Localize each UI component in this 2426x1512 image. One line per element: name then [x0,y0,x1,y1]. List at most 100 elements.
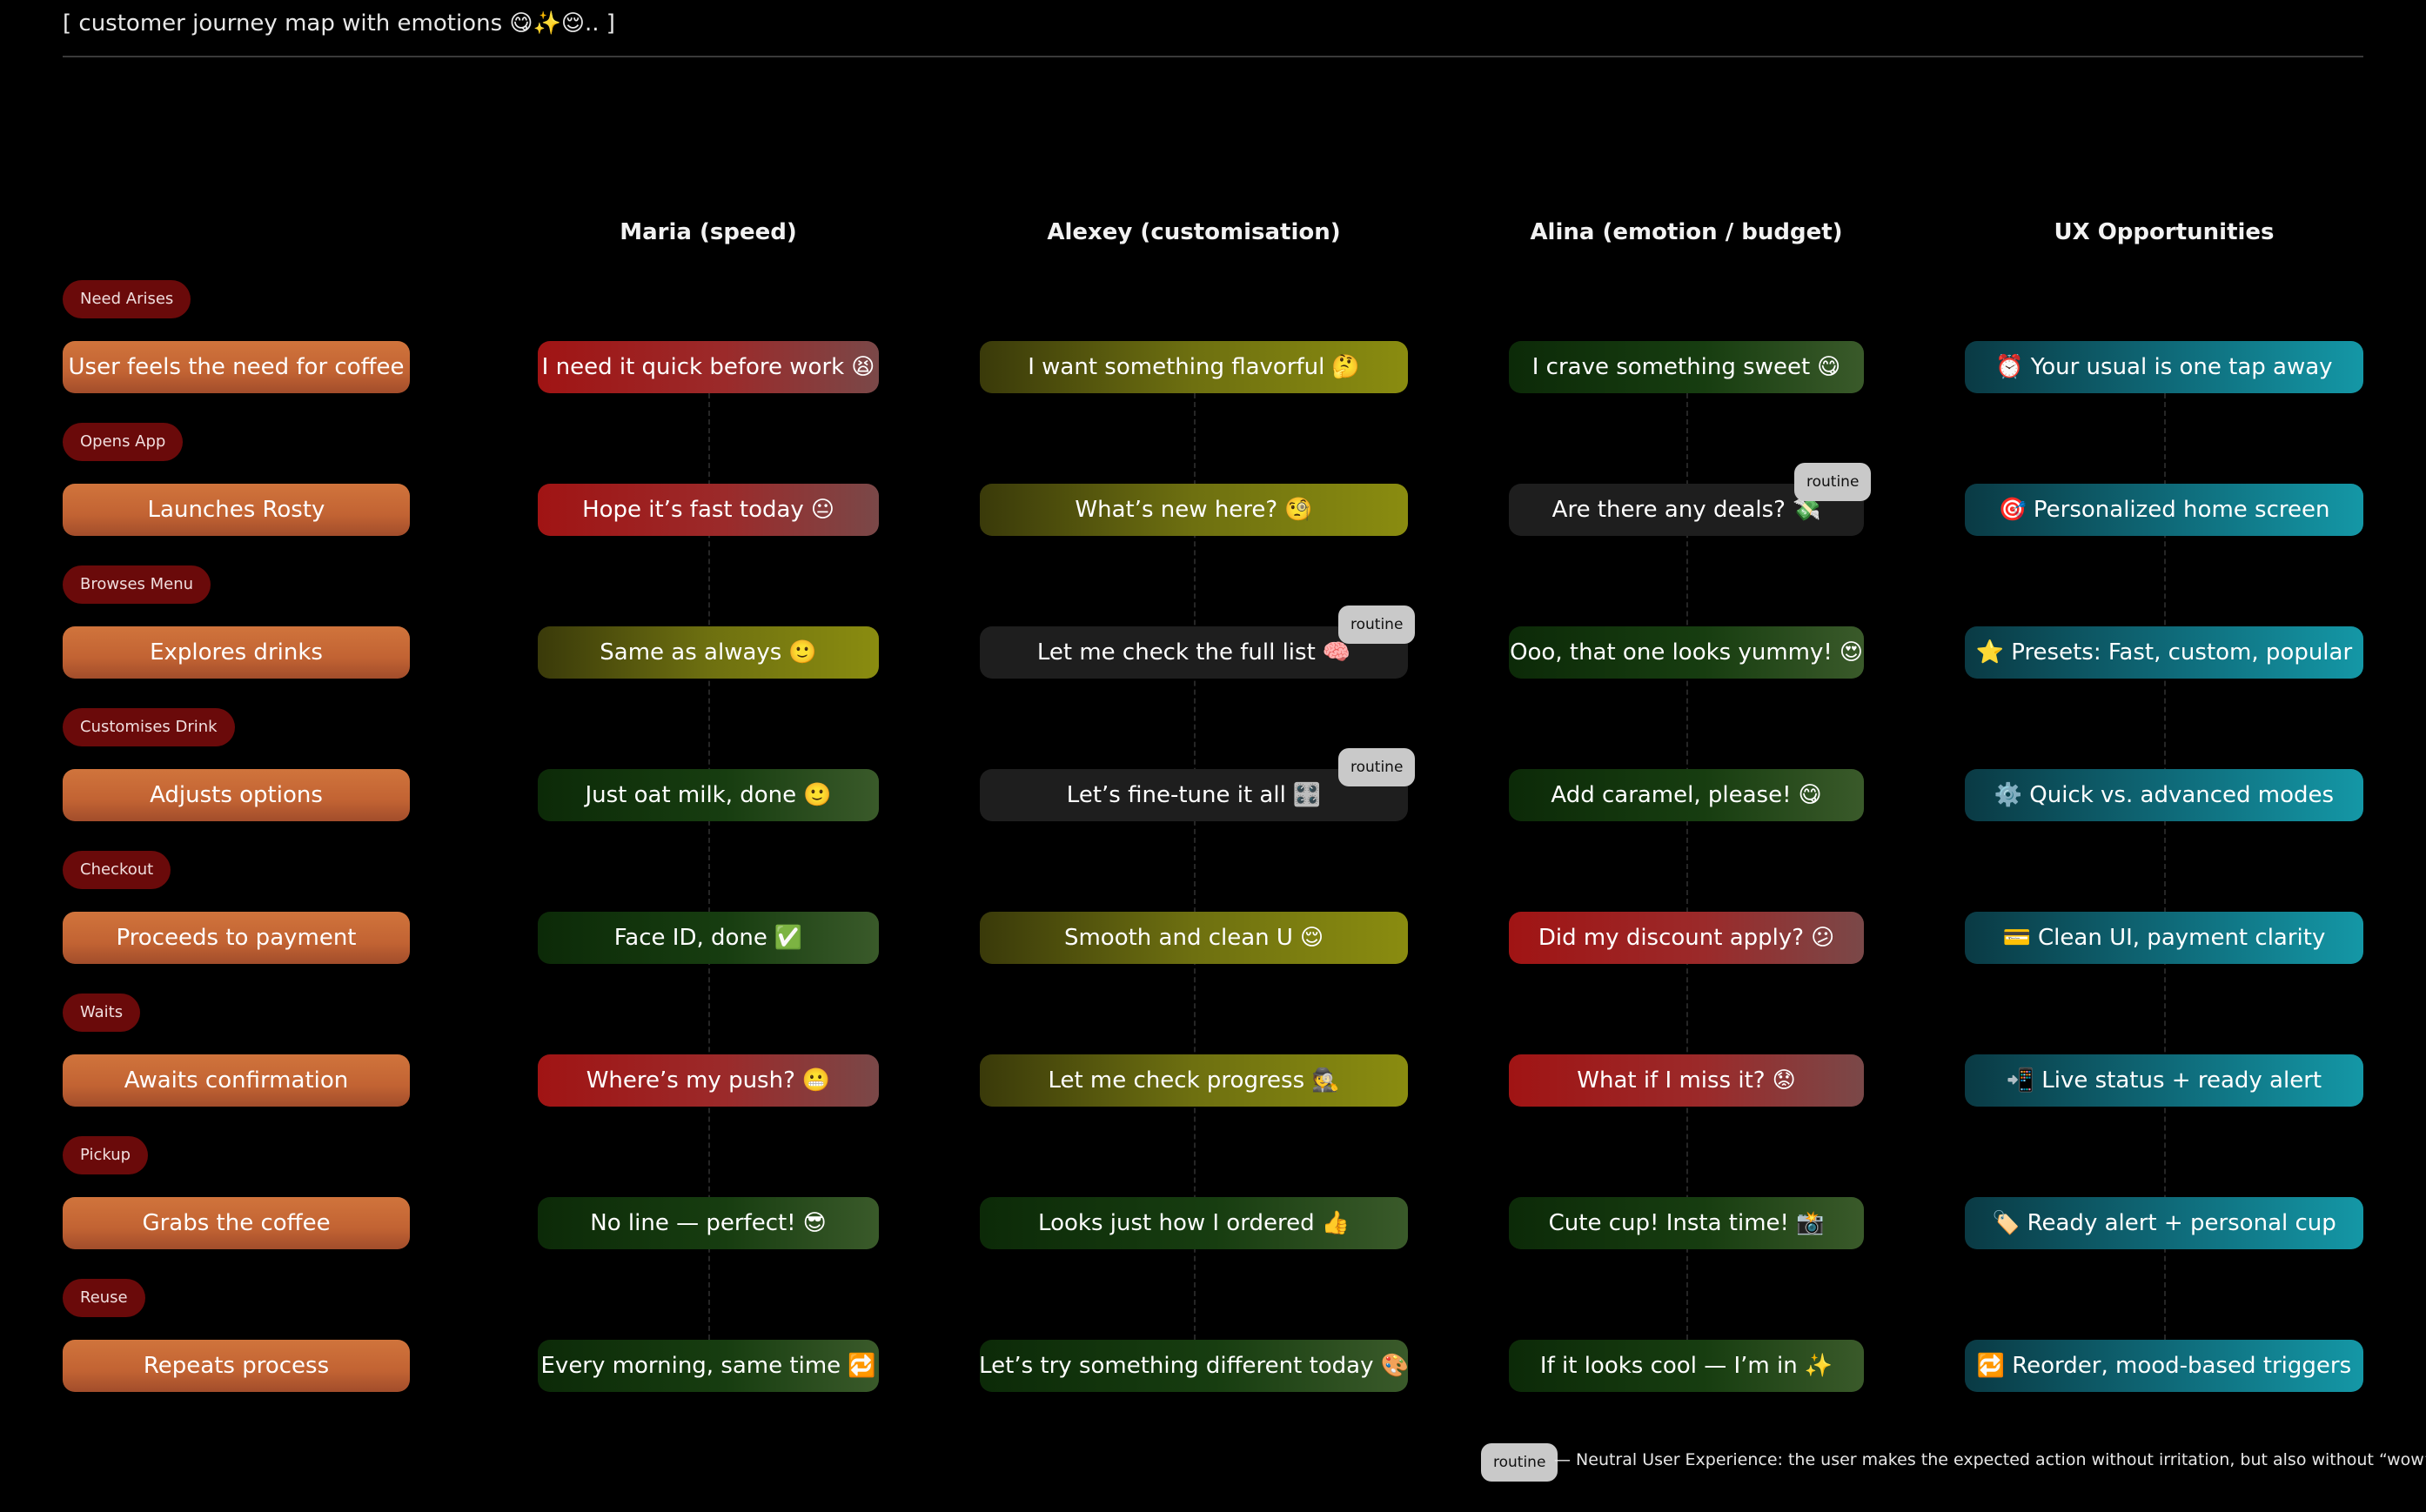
card-text: I need it quick before work [541,354,845,380]
emoji-icon: 💳 [2002,925,2032,951]
ux-opportunity-card: 🎯 Personalized home screen [1965,484,2363,536]
action-card: Proceeds to payment [63,912,410,964]
emoji-icon: 😋 [1817,354,1841,380]
card-text: Hope it’s fast today [582,497,804,523]
emoji-icon: 📸 [1795,1210,1825,1236]
emotion-card-maria: I need it quick before work 😫 [538,341,879,393]
routine-tag: routine [1794,463,1872,501]
emoji-icon: 😬 [801,1067,831,1094]
ux-opportunity-card: ⚙️ Quick vs. advanced modes [1965,769,2363,821]
emotion-card-alina: Did my discount apply? 😕 [1509,912,1864,964]
emoji-icon: 🎯 [1998,497,2027,523]
emotion-card-alina: Cute cup! Insta time! 📸 [1509,1197,1864,1249]
emoji-icon: 🙂 [803,782,832,808]
action-card: Explores drinks [63,626,410,679]
card-text: Ready alert + personal cup [2027,1210,2336,1236]
emotion-card-alina: Ooo, that one looks yummy! 😍 [1509,626,1864,679]
card-text: If it looks cool — I’m in [1539,1353,1798,1379]
card-text: Live status + ready alert [2041,1067,2322,1094]
emoji-icon: ⚙️ [1994,782,2023,808]
card-text: Face ID, done [613,925,767,951]
stage-badge: Browses Menu [63,565,211,604]
emoji-icon: ⏰ [1995,354,2024,380]
emoji-icon: 😌 [1299,925,1324,951]
emoji-icon: 🔁 [1976,1353,2006,1379]
action-card: Grabs the coffee [63,1197,410,1249]
emotion-card-alexey: Let me check progress 🕵️ [980,1054,1408,1107]
stage-badge: Waits [63,994,141,1032]
card-text: What’s new here? [1075,497,1278,523]
emoji-icon: 🧐 [1284,497,1313,523]
card-text: Add caramel, please! [1551,782,1792,808]
emotion-card-maria: Face ID, done ✅ [538,912,879,964]
card-text: Presets: Fast, custom, popular [2011,639,2353,666]
emotion-card-maria: Same as always 🙂 [538,626,879,679]
emotion-card-alina: If it looks cool — I’m in ✨ [1509,1340,1864,1392]
legend-text: — Neutral User Experience: the user make… [1554,1450,2426,1469]
emotion-card-alexey: Let’s try something different today 🎨 [979,1340,1409,1392]
card-text: Quick vs. advanced modes [2029,782,2335,808]
emotion-card-alexey: Looks just how I ordered 👍 [980,1197,1408,1249]
emotion-card-maria: No line — perfect! 😎 [538,1197,879,1249]
card-text: Are there any deals? [1551,497,1786,523]
emoji-icon: 😋 [1798,782,1822,808]
action-card: Repeats process [63,1340,410,1392]
emoji-icon: 👍 [1321,1210,1350,1236]
emotion-card-maria: Every morning, same time 🔁 [538,1340,879,1392]
card-text: What if I miss it? [1577,1067,1766,1094]
emotion-card-maria: Where’s my push? 😬 [538,1054,879,1107]
card-text: Reorder, mood-based triggers [2012,1353,2352,1379]
card-text: Let me check the full list [1036,639,1316,666]
emotion-card-alexey: Smooth and clean U 😌 [980,912,1408,964]
emotion-card-alina: Add caramel, please! 😋 [1509,769,1864,821]
action-card: Launches Rosty [63,484,410,536]
card-text: Let’s fine-tune it all [1066,782,1286,808]
emoji-icon: ✨ [1804,1353,1833,1379]
legend-routine-tag: routine [1481,1443,1558,1482]
emoji-icon: 😐 [810,497,834,523]
emoji-icon: 🎛️ [1292,782,1322,808]
emotion-card-alexey: What’s new here? 🧐 [980,484,1408,536]
emoji-icon: 🙂 [788,639,817,666]
emotion-card-maria: Hope it’s fast today 😐 [538,484,879,536]
emoji-icon: 😎 [802,1210,827,1236]
emoji-icon: 🏷️ [1992,1210,2021,1236]
card-text: Ooo, that one looks yummy! [1510,639,1833,666]
emoji-icon: 😕 [1811,925,1835,951]
ux-opportunity-card: 📲 Live status + ready alert [1965,1054,2363,1107]
stage-badge: Pickup [63,1136,149,1174]
emoji-icon: ⭐ [1975,639,2005,666]
emoji-icon: 😫 [851,354,875,380]
emoji-icon: 😍 [1839,639,1863,666]
page-title: [ customer journey map with emotions 😋✨😌… [63,10,615,37]
card-text: Just oat milk, done [585,782,797,808]
ux-opportunity-card: ⏰ Your usual is one tap away [1965,341,2363,393]
card-text: Personalized home screen [2033,497,2330,523]
emotion-card-alina: I crave something sweet 😋 [1509,341,1864,393]
card-text: Smooth and clean U [1063,925,1293,951]
ux-opportunity-card: 💳 Clean UI, payment clarity [1965,912,2363,964]
card-text: Did my discount apply? [1538,925,1805,951]
column-header-maria: Maria (speed) [620,219,797,245]
stage-badge: Checkout [63,851,171,889]
card-text: No line — perfect! [590,1210,796,1236]
stage-badge: Customises Drink [63,708,235,746]
emoji-icon: 🎨 [1380,1353,1409,1379]
action-card: Adjusts options [63,769,410,821]
card-text: Where’s my push? [586,1067,795,1094]
card-text: I crave something sweet [1531,354,1811,380]
card-text: Every morning, same time [540,1353,841,1379]
emoji-icon: 🤔 [1331,354,1360,380]
emoji-icon: ✅ [774,925,803,951]
emoji-icon: 🔁 [848,1353,876,1379]
card-text: I want something flavorful [1028,354,1325,380]
card-text: Let me check progress [1048,1067,1305,1094]
emoji-icon: 😟 [1772,1067,1796,1094]
stage-badge: Reuse [63,1279,145,1317]
emotion-card-alina: What if I miss it? 😟 [1509,1054,1864,1107]
ux-opportunity-card: 🔁 Reorder, mood-based triggers [1965,1340,2363,1392]
stage-badge: Opens App [63,423,184,461]
emoji-icon: 🕵️ [1311,1067,1340,1094]
routine-tag: routine [1338,748,1416,786]
emotion-card-maria: Just oat milk, done 🙂 [538,769,879,821]
